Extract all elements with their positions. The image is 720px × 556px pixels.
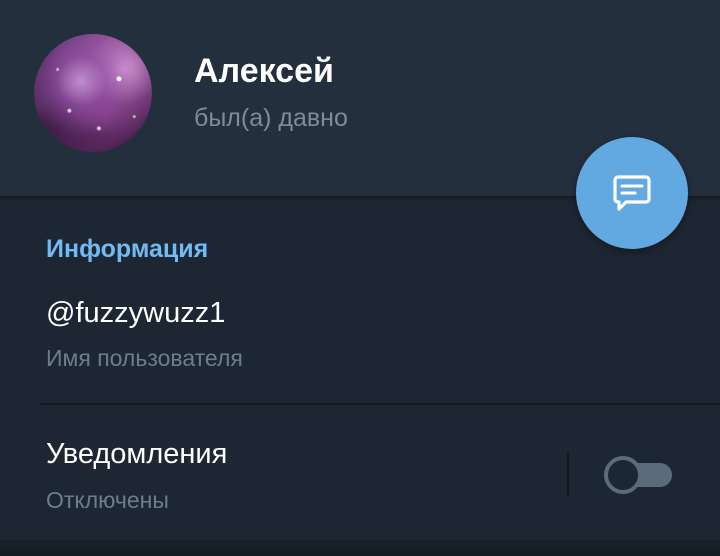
- notifications-toggle[interactable]: [604, 455, 672, 494]
- avatar[interactable]: [34, 34, 152, 152]
- message-icon: [613, 175, 651, 211]
- vertical-separator: [567, 453, 569, 497]
- username-caption: Имя пользователя: [46, 345, 243, 371]
- last-seen-status: был(а) давно: [194, 104, 348, 132]
- toggle-knob: [604, 456, 642, 494]
- bottom-shadow: [0, 540, 720, 556]
- notifications-title: Уведомления: [46, 438, 228, 470]
- info-section-title: Информация: [46, 235, 209, 263]
- send-message-button[interactable]: [576, 137, 688, 249]
- notifications-row[interactable]: Уведомления Отключены: [0, 405, 720, 535]
- username-value[interactable]: @fuzzywuzz1: [46, 297, 225, 330]
- profile-screen: Алексей был(а) давно Информация @fuzzywu…: [0, 0, 720, 556]
- notifications-status: Отключены: [46, 487, 169, 513]
- profile-name: Алексей: [194, 52, 334, 90]
